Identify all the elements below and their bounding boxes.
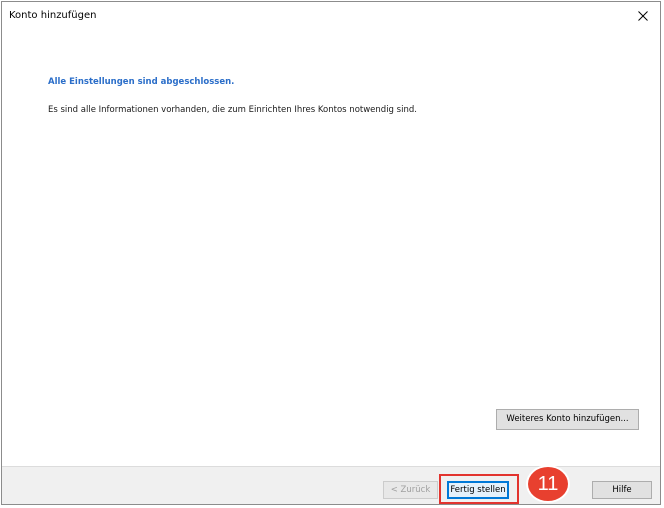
help-button[interactable]: Hilfe xyxy=(592,481,652,499)
completion-heading: Alle Einstellungen sind abgeschlossen. xyxy=(48,77,235,87)
add-another-account-button[interactable]: Weiteres Konto hinzufügen... xyxy=(496,409,639,430)
dialog-content: Alle Einstellungen sind abgeschlossen. E… xyxy=(2,30,660,466)
completion-info-text: Es sind alle Informationen vorhanden, di… xyxy=(48,105,417,115)
step-number-badge: 11 xyxy=(528,467,568,501)
close-icon xyxy=(638,11,648,21)
back-button[interactable]: < Zurück xyxy=(383,481,438,499)
title-bar: Konto hinzufügen xyxy=(2,2,660,30)
dialog-window: Konto hinzufügen Alle Einstellungen sind… xyxy=(1,1,661,505)
finish-button[interactable]: Fertig stellen xyxy=(447,481,509,499)
window-title: Konto hinzufügen xyxy=(9,10,97,21)
dialog-footer: < Zurück Fertig stellen 11 Hilfe xyxy=(2,466,660,504)
close-button[interactable] xyxy=(626,2,660,30)
